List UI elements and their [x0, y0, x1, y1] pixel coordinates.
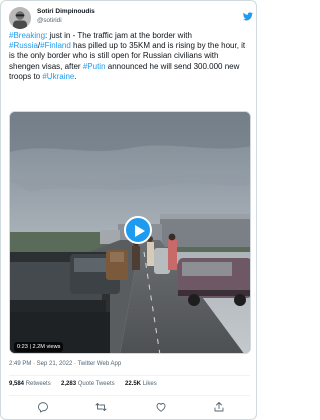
quote-tweets-count[interactable]: 2,283 [61, 381, 76, 387]
tweet-card: Sotiri Dimpinoudis @sotiridi #Breaking: … [0, 0, 257, 420]
like-icon[interactable] [155, 401, 167, 413]
tweet-stats: 9,584 Retweets 2,283 Quote Tweets 22.5K … [9, 381, 157, 387]
hashtag-link[interactable]: #Putin [83, 62, 106, 71]
video-duration-badge: 0:23 | 2.2M views [14, 342, 64, 352]
tweet-actions [9, 399, 250, 415]
hashtag-link[interactable]: #Russia [9, 41, 38, 50]
reply-icon[interactable] [37, 401, 49, 413]
tweet-text-segment: . [74, 71, 77, 81]
tweet-timestamp[interactable]: 2:49 PM · Sep 21, 2022 · Twitter Web App [9, 361, 121, 367]
share-icon[interactable] [213, 401, 225, 413]
hashtag-link[interactable]: #Ukraine [42, 72, 74, 81]
hashtag-link[interactable]: #Breaking [9, 31, 45, 40]
retweets-label[interactable]: Retweets [26, 381, 51, 387]
author-handle[interactable]: @sotiridi [37, 17, 62, 24]
quote-tweets-label[interactable]: Quote Tweets [78, 381, 115, 387]
author-name[interactable]: Sotiri Dimpinoudis [37, 8, 95, 15]
tweet-text-segment: : just in - The traffic jam at the borde… [45, 31, 192, 40]
tweet-text: #Breaking: just in - The traffic jam at … [9, 31, 251, 82]
likes-count[interactable]: 22.5K [125, 381, 141, 387]
video-player[interactable]: 0:23 | 2.2M views [9, 111, 251, 354]
retweet-icon[interactable] [95, 401, 107, 413]
avatar[interactable] [9, 7, 31, 29]
play-button[interactable] [124, 216, 152, 244]
divider [9, 375, 250, 376]
retweets-count[interactable]: 9,584 [9, 381, 24, 387]
play-icon [135, 225, 145, 237]
twitter-bird-icon[interactable] [243, 8, 253, 21]
likes-label[interactable]: Likes [143, 381, 157, 387]
divider [9, 395, 250, 396]
hashtag-link[interactable]: #Finland [40, 41, 71, 50]
tweet-header: Sotiri Dimpinoudis @sotiridi [9, 7, 253, 29]
